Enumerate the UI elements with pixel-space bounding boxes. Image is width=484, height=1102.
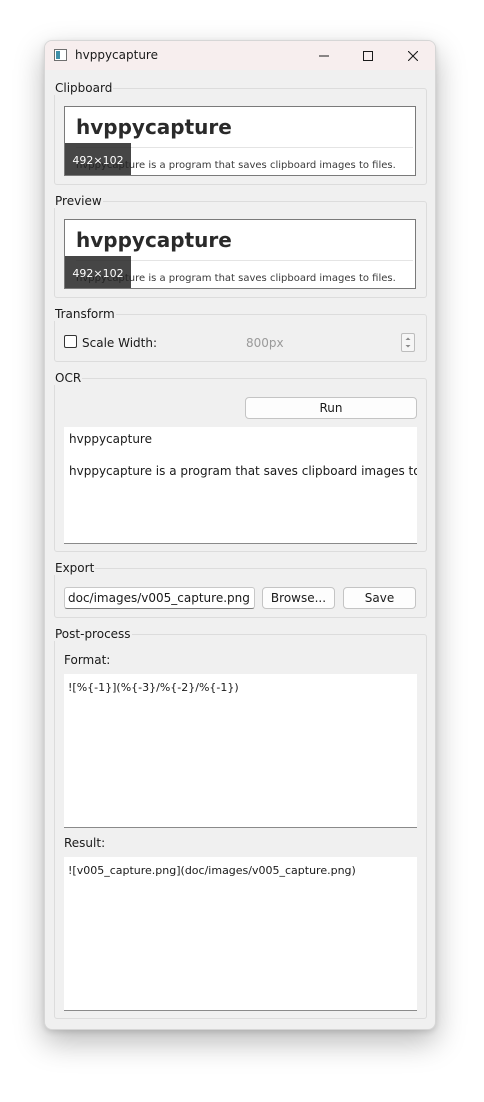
scale-width-input[interactable]: 800px bbox=[246, 336, 284, 350]
preview-image-heading: hvppycapture bbox=[76, 228, 232, 252]
format-label: Format: bbox=[64, 653, 111, 667]
run-ocr-button[interactable]: Run bbox=[245, 397, 417, 419]
scale-width-label[interactable]: Scale Width: bbox=[82, 336, 157, 350]
preview-group-label: Preview bbox=[54, 194, 103, 208]
preview-image: hvppycapture hvppycapture is a program t… bbox=[64, 219, 416, 289]
export-path-value: doc/images/v005_capture.png bbox=[68, 591, 250, 605]
maximize-button[interactable] bbox=[345, 41, 391, 70]
app-icon bbox=[54, 49, 67, 61]
scale-width-checkbox[interactable] bbox=[64, 335, 77, 348]
ocr-group-label: OCR bbox=[54, 371, 83, 385]
export-group-label: Export bbox=[54, 561, 96, 575]
minimize-button[interactable] bbox=[301, 41, 347, 70]
spin-up-icon bbox=[405, 337, 411, 340]
preview-size-badge: 492×102 bbox=[65, 256, 131, 288]
title-bar[interactable]: hvppycapture bbox=[45, 41, 435, 70]
clipboard-size-badge: 492×102 bbox=[65, 143, 131, 175]
window-title: hvppycapture bbox=[75, 48, 158, 62]
format-value: ![%{-1}](%{-3}/%{-2}/%{-1}) bbox=[68, 681, 239, 694]
close-icon bbox=[408, 50, 418, 61]
spin-down-icon bbox=[405, 345, 411, 348]
app-window: hvppycapture Clipboard hvppycapture hvpp… bbox=[44, 40, 436, 1030]
clipboard-image: hvppycapture hvppycapture is a program t… bbox=[64, 106, 416, 176]
ocr-text-line-2: hvppycapture is a program that saves cli… bbox=[69, 464, 417, 478]
clipboard-group-label: Clipboard bbox=[54, 81, 114, 95]
transform-group-label: Transform bbox=[54, 307, 116, 321]
scale-width-stepper[interactable] bbox=[401, 333, 415, 352]
export-path-input[interactable]: doc/images/v005_capture.png bbox=[64, 587, 255, 609]
save-button[interactable]: Save bbox=[343, 587, 416, 609]
browse-button[interactable]: Browse... bbox=[262, 587, 335, 609]
postprocess-group-label: Post-process bbox=[54, 627, 132, 641]
clipboard-image-heading: hvppycapture bbox=[76, 115, 232, 139]
format-text-area[interactable]: ![%{-1}](%{-3}/%{-2}/%{-1}) bbox=[64, 674, 417, 828]
close-button[interactable] bbox=[390, 41, 435, 70]
result-value: ![v005_capture.png](doc/images/v005_capt… bbox=[68, 864, 356, 877]
result-text-area[interactable]: ![v005_capture.png](doc/images/v005_capt… bbox=[64, 857, 417, 1011]
result-label: Result: bbox=[64, 836, 106, 850]
ocr-text-area[interactable]: hvppycapture hvppycapture is a program t… bbox=[64, 427, 417, 544]
ocr-text-line-1: hvppycapture bbox=[69, 432, 152, 446]
